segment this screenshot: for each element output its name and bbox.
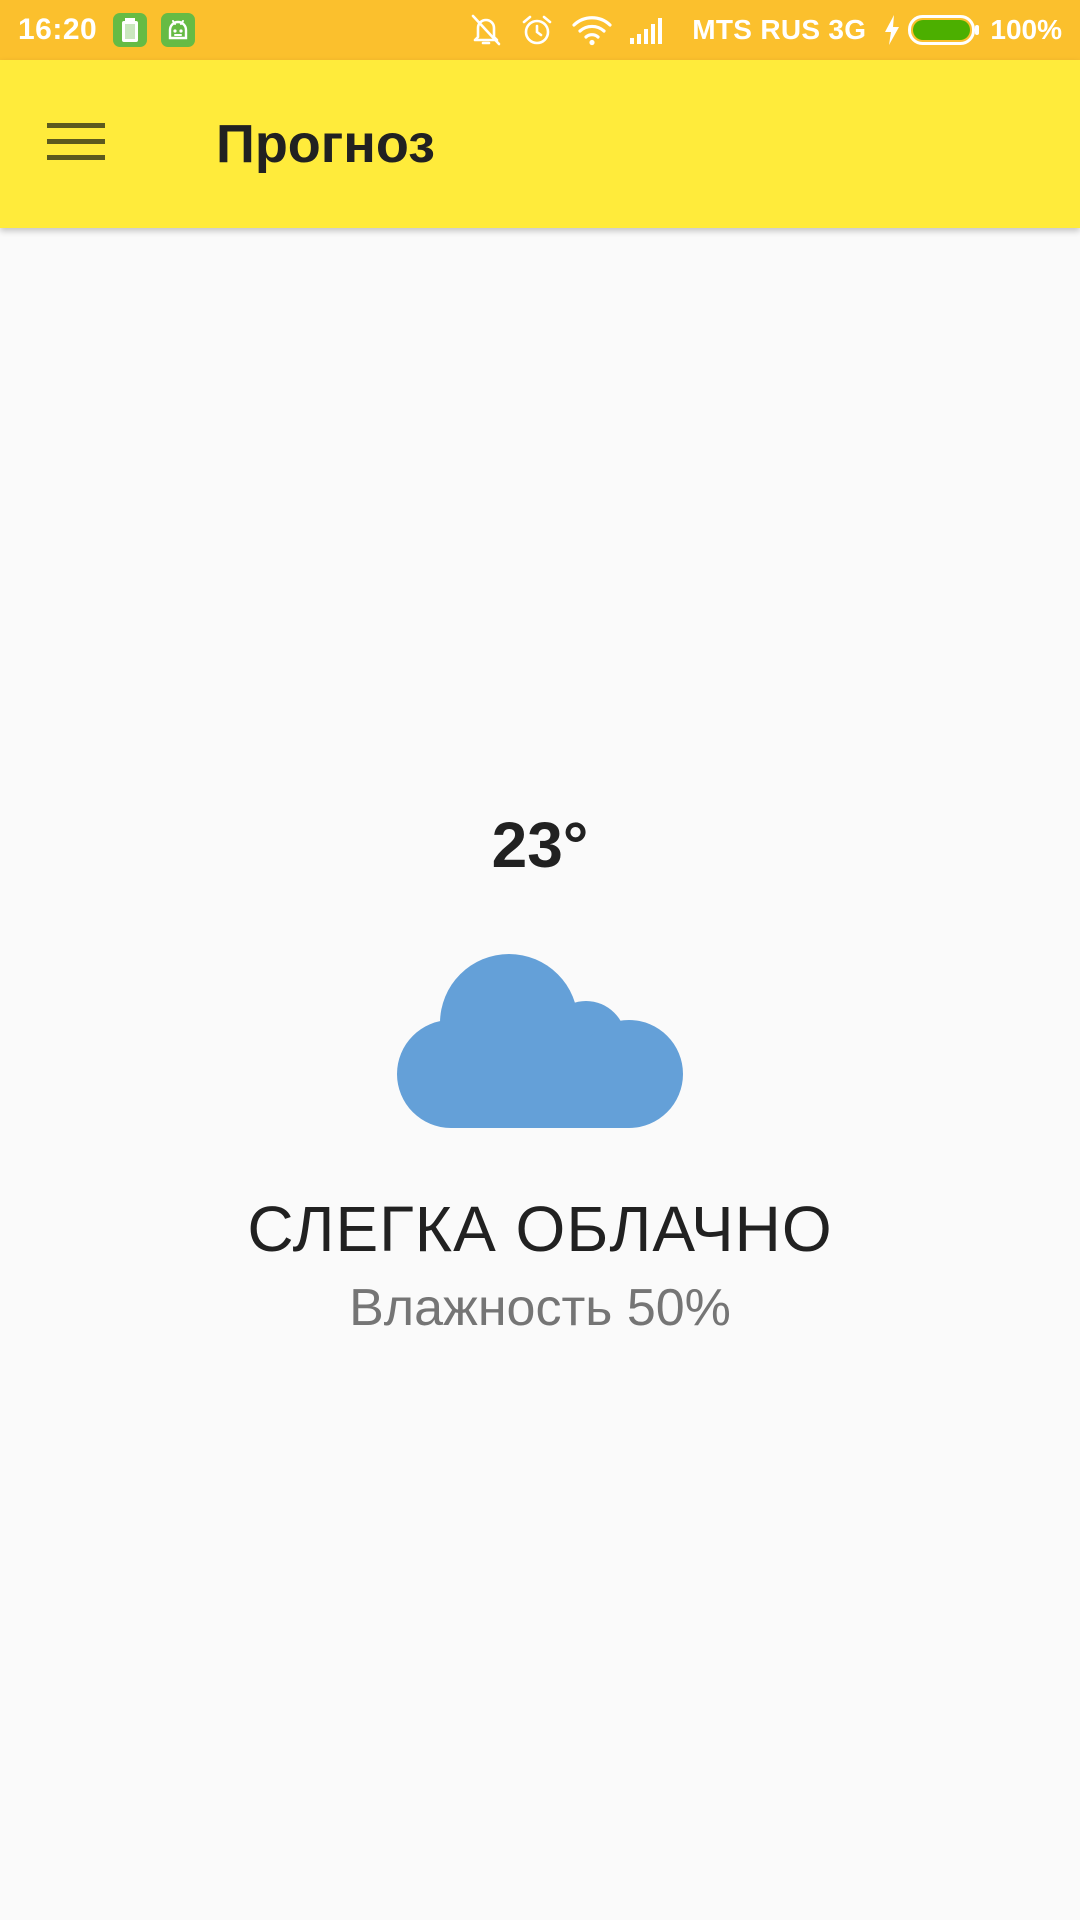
- android-robot-icon: [161, 13, 196, 47]
- cloud-icon: [395, 945, 685, 1128]
- battery-app-icon: [113, 13, 148, 47]
- cloud-shape: [397, 954, 683, 1128]
- status-bar: 16:20 MTS RUS 3G 100%: [0, 0, 1080, 60]
- status-left: 16:20: [18, 0, 196, 60]
- signal-icon: [630, 16, 668, 44]
- hamburger-menu-icon: [47, 121, 105, 168]
- battery-percent: 100%: [990, 14, 1062, 45]
- page-title: Прогноз: [216, 114, 436, 174]
- wifi-icon: [572, 14, 612, 46]
- charging-bolt-icon: [884, 15, 900, 45]
- battery-icon: [908, 15, 980, 45]
- app-bar: Прогноз: [0, 60, 1080, 228]
- temperature: 23°: [491, 809, 589, 881]
- bell-muted-icon: [470, 13, 502, 47]
- carrier-name: MTS RUS 3G: [692, 14, 867, 45]
- status-time: 16:20: [18, 13, 98, 46]
- humidity: Влажность 50%: [349, 1279, 731, 1337]
- status-right: MTS RUS 3G 100%: [452, 0, 1062, 60]
- menu-button[interactable]: [34, 102, 118, 186]
- alarm-clock-icon: [520, 13, 554, 47]
- weather-condition: СЛЕГКА ОБЛАЧНО: [247, 1193, 833, 1265]
